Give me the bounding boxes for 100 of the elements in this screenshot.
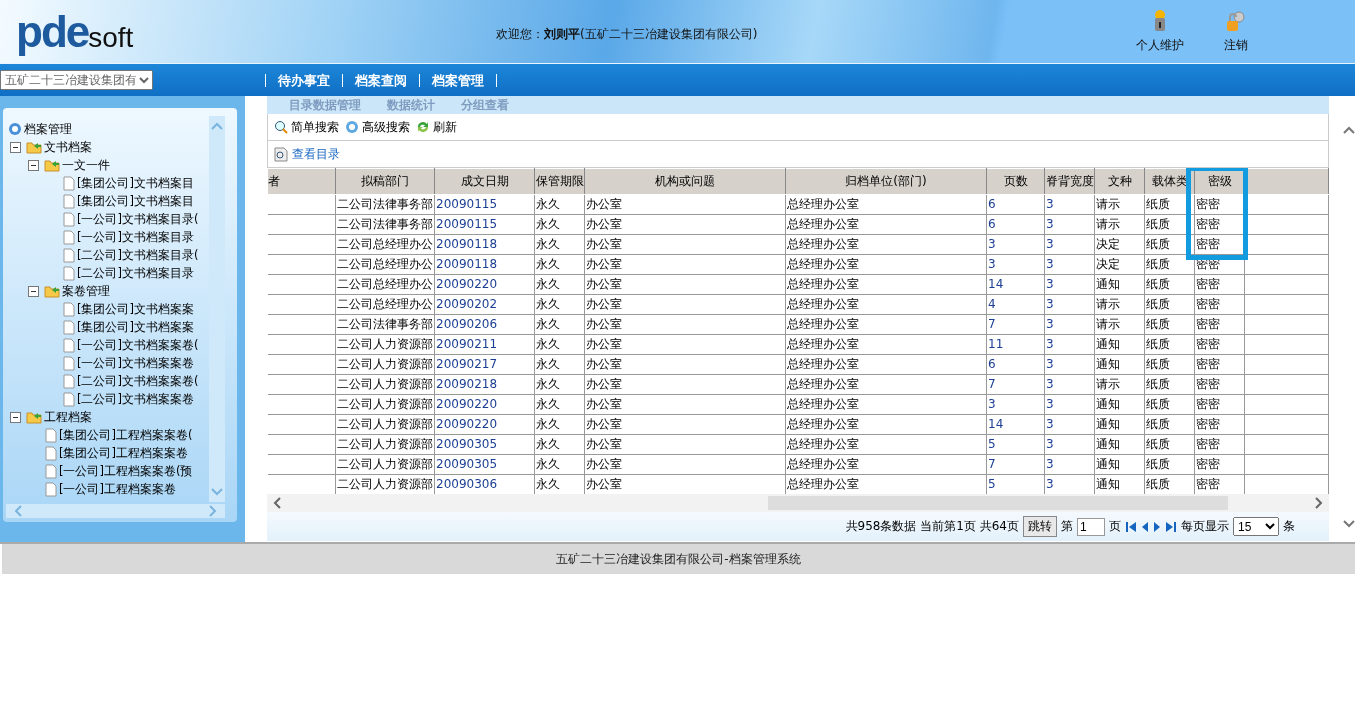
logo: pdesoft — [15, 6, 135, 57]
per-page-select[interactable]: 15 — [1233, 517, 1279, 536]
table-cell: 纸质 — [1144, 394, 1195, 415]
table-cell — [267, 394, 336, 415]
table-cell: 二公司法律事务部 — [335, 214, 435, 235]
table-cell: 20090118 — [434, 254, 535, 275]
table-cell: 办公室 — [584, 214, 786, 235]
tree-item[interactable]: [一公司]文书档案目录( — [77, 211, 199, 227]
document-icon — [63, 229, 75, 245]
table-cell: 20090202 — [434, 294, 535, 315]
table-cell: 20090115 — [434, 214, 535, 235]
table-cell: 办公室 — [584, 454, 786, 475]
table-cell — [267, 374, 336, 395]
document-icon — [63, 391, 75, 407]
table-cell: 11 — [986, 334, 1045, 355]
table-cell: 办公室 — [584, 274, 786, 295]
table-cell: 3 — [986, 234, 1045, 255]
table-cell: 20090220 — [434, 394, 535, 415]
scrollbar[interactable] — [267, 494, 1329, 512]
first-page-icon[interactable] — [1125, 520, 1137, 533]
company-select[interactable]: 五矿二十三冶建设集团有 — [0, 70, 153, 90]
tree-item[interactable]: [集团公司]文书档案案 — [77, 319, 194, 335]
table-cell: 总经理办公室 — [785, 414, 987, 435]
table-cell: 7 — [986, 454, 1045, 475]
tree-item[interactable]: 文书档案 — [44, 139, 92, 155]
tree-item[interactable]: 档案管理 — [24, 121, 72, 137]
previous-page-icon[interactable] — [1141, 520, 1149, 533]
table-cell: 密密 — [1194, 414, 1245, 435]
page-input[interactable]: 1 — [1077, 517, 1105, 536]
jump-button[interactable]: 跳转 — [1023, 516, 1057, 537]
nav-link[interactable]: 档案查阅 — [343, 73, 420, 87]
per-page-label: 每页显示 — [1181, 518, 1229, 535]
table-cell: 3 — [1044, 394, 1095, 415]
footer-text: 五矿二十三冶建设集团有限公司-档案管理系统 — [556, 550, 801, 568]
table-cell: 密密 — [1194, 334, 1245, 355]
table-cell: 6 — [986, 214, 1045, 235]
collapse-icon[interactable] — [28, 285, 39, 297]
tree-item[interactable]: [二公司]文书档案目录 — [77, 265, 194, 281]
tree-item[interactable]: [集团公司]工程档案案卷( — [59, 427, 193, 443]
tree-item[interactable]: [集团公司]文书档案目 — [77, 193, 194, 209]
table-cell: 总经理办公室 — [785, 454, 987, 475]
tree-item[interactable]: [集团公司]文书档案案 — [77, 301, 194, 317]
page-label: 页 — [1109, 518, 1121, 535]
collapse-icon[interactable] — [28, 159, 39, 171]
table-cell — [267, 434, 336, 455]
table-cell: 6 — [986, 354, 1045, 375]
table-cell: 永久 — [534, 234, 585, 255]
table-cell: 纸质 — [1144, 314, 1195, 335]
table-cell — [267, 194, 336, 215]
table-cell: 永久 — [534, 454, 585, 475]
table-cell — [267, 274, 336, 295]
table-cell: 永久 — [534, 334, 585, 355]
table-cell: 20090217 — [434, 354, 535, 375]
tree-item[interactable]: 一文一件 — [62, 157, 110, 173]
nav-link[interactable]: 待办事宜 — [266, 73, 343, 87]
table-cell: 决定 — [1094, 234, 1145, 255]
table-cell — [267, 294, 336, 315]
table-cell: 7 — [986, 374, 1045, 395]
table-cell: 14 — [986, 274, 1045, 295]
table-cell: 20090218 — [434, 374, 535, 395]
search-button[interactable]: 高级搜索 — [345, 118, 410, 136]
tree-item[interactable]: [集团公司]工程档案案卷 — [59, 445, 188, 461]
search-button[interactable]: 简单搜索 — [274, 118, 339, 136]
tree-item[interactable]: [一公司]文书档案案卷 — [77, 355, 194, 371]
tree-item[interactable]: [一公司]工程档案案卷(预 — [59, 463, 193, 479]
table-cell: 20090220 — [434, 274, 535, 295]
table-cell: 20090211 — [434, 334, 535, 355]
table-cell: 密密 — [1194, 394, 1245, 415]
tree-item[interactable]: [二公司]文书档案目录( — [77, 247, 199, 263]
profile-button[interactable]: 个人维护 — [1136, 9, 1184, 54]
logout-button[interactable]: 注销 — [1224, 9, 1248, 54]
table-cell: 20090305 — [434, 434, 535, 455]
tree-item[interactable]: [集团公司]文书档案目 — [77, 175, 194, 191]
document-icon — [63, 175, 75, 191]
table-cell: 3 — [1044, 194, 1095, 215]
table-cell: 3 — [1044, 254, 1095, 275]
table-cell: 总经理办公室 — [785, 394, 987, 415]
tree-item[interactable]: [二公司]文书档案案卷( — [77, 373, 199, 389]
table-cell: 总经理办公室 — [785, 254, 987, 275]
tree-item[interactable]: [一公司]文书档案案卷( — [77, 337, 199, 353]
table-cell: 20090115 — [434, 194, 535, 215]
collapse-icon[interactable] — [10, 411, 21, 423]
view-catalog-link[interactable]: 查看目录 — [274, 145, 340, 163]
table-cell — [267, 454, 336, 475]
column-header: 脊背宽度 — [1044, 168, 1095, 195]
table-cell: 办公室 — [584, 414, 786, 435]
tree-item[interactable]: [一公司]文书档案目录 — [77, 229, 194, 245]
table-cell: 纸质 — [1144, 354, 1195, 375]
last-page-icon[interactable] — [1165, 520, 1177, 533]
table-cell: 永久 — [534, 394, 585, 415]
table-cell: 20090118 — [434, 234, 535, 255]
tree-item[interactable]: [一公司]工程档案案卷 — [59, 481, 176, 497]
nav-link[interactable]: 档案管理 — [420, 73, 497, 87]
collapse-icon[interactable] — [10, 141, 21, 153]
tree-item[interactable]: 案卷管理 — [62, 283, 110, 299]
table-cell: 总经理办公室 — [785, 214, 987, 235]
tree-item[interactable]: 工程档案 — [44, 409, 92, 425]
refresh-button[interactable]: 刷新 — [416, 118, 457, 136]
next-page-icon[interactable] — [1153, 520, 1161, 533]
tree-item[interactable]: [二公司]文书档案案卷 — [77, 391, 194, 407]
